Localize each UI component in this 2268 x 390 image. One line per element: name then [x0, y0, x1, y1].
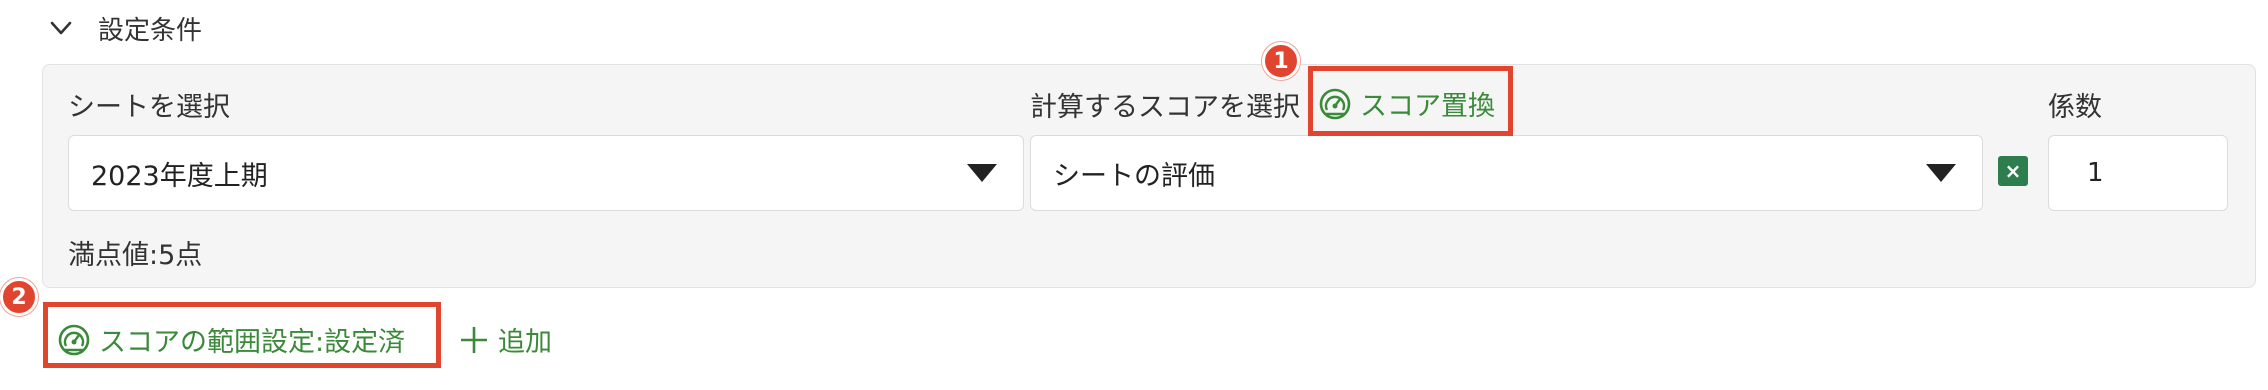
dropdown-caret-icon	[967, 164, 997, 182]
settings-panel: シートを選択 2023年度上期 計算するスコアを選択 シートの評価 × 係数 1…	[42, 64, 2256, 288]
section-header[interactable]: 設定条件	[46, 6, 202, 50]
add-label: 追加	[498, 327, 552, 358]
coefficient-label: 係数	[2048, 92, 2102, 123]
step-marker-1: 1	[1262, 42, 1300, 80]
sheet-select[interactable]: 2023年度上期	[68, 135, 1024, 211]
max-score-text: 満点値:5点	[68, 240, 203, 271]
highlight-box-2	[43, 302, 441, 368]
score-select-label: 計算するスコアを選択	[1030, 92, 1300, 123]
coefficient-value: 1	[2087, 158, 2104, 188]
close-icon: ×	[2004, 159, 2022, 183]
step-marker-2: 2	[0, 278, 38, 316]
dropdown-caret-icon	[1926, 164, 1956, 182]
section-title: 設定条件	[98, 15, 203, 46]
sheet-select-value: 2023年度上期	[91, 160, 268, 192]
chevron-down-icon	[50, 21, 72, 35]
add-button[interactable]: 追加	[458, 320, 552, 359]
score-select-value: シートの評価	[1053, 160, 1215, 192]
plus-icon	[461, 326, 487, 353]
remove-row-button[interactable]: ×	[1998, 156, 2028, 186]
score-select[interactable]: シートの評価	[1030, 135, 1983, 211]
coefficient-input[interactable]: 1	[2048, 135, 2228, 211]
highlight-box-1	[1308, 66, 1513, 136]
sheet-select-label: シートを選択	[68, 92, 230, 123]
